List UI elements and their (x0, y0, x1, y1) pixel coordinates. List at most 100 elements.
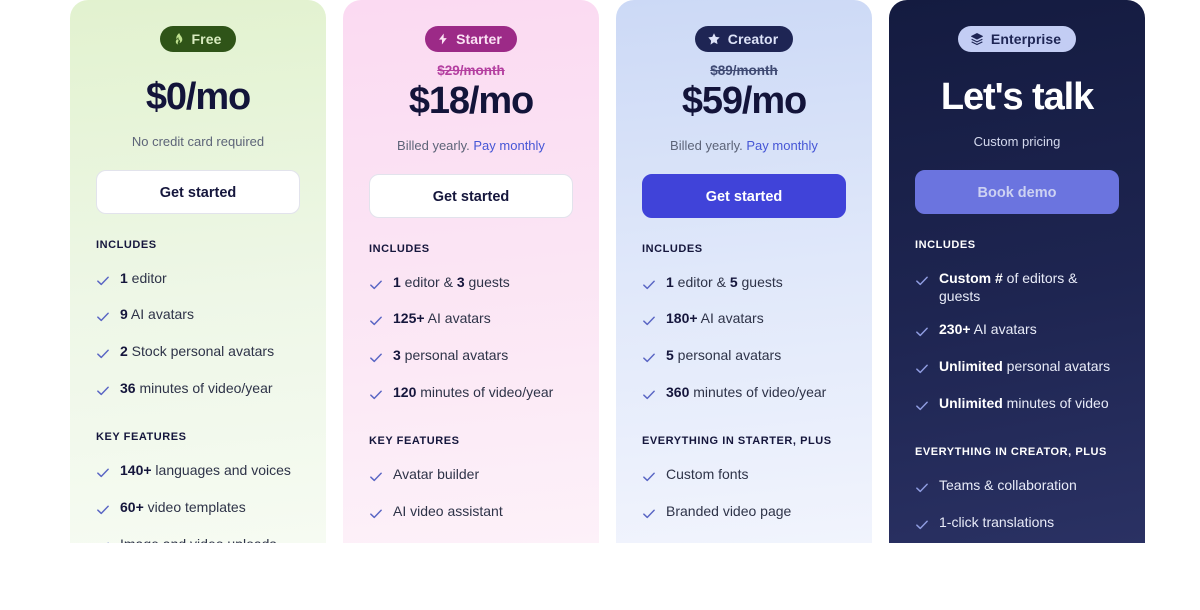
checkmark-icon (915, 273, 929, 292)
feature-rest: editor & (400, 273, 457, 290)
feature-rest: personal avatars (673, 347, 782, 364)
plan-badge-label: Starter (456, 31, 502, 47)
feature-text: 1 editor & 5 guests (666, 273, 846, 292)
section-title-free-0: INCLUDES (96, 238, 157, 251)
original-price-starter: $29/month (437, 63, 505, 78)
feature-rest: languages and voices (151, 462, 291, 479)
feature-rest: Teams & collaboration (939, 477, 1077, 494)
subprice-text: No credit card required (131, 134, 265, 149)
feature-item: 1 editor & 3 guests (369, 266, 573, 303)
section-title-creator-0: INCLUDES (642, 242, 703, 255)
feature-item: CTA on video page (642, 532, 846, 543)
feature-text: Unlimited personal avatars (939, 357, 1119, 376)
checkmark-icon (369, 506, 383, 525)
feature-item: 9 AI avatars (96, 298, 300, 335)
flame-icon (172, 32, 185, 46)
feature-list-enterprise-1: Teams & collaboration 1-click translation… (915, 469, 1119, 543)
feature-item: Personal avatars (369, 532, 573, 543)
feature-bold: 36 (120, 380, 136, 397)
feature-rest: AI video assistant (393, 503, 503, 520)
subprice-text: Custom pricing (973, 134, 1061, 149)
feature-rest: editor (127, 269, 167, 286)
checkmark-icon (96, 502, 110, 521)
feature-rest: AI avatars (127, 306, 194, 323)
feature-list-enterprise-0: Custom # of editors & guests 230+ AI avat… (915, 262, 1119, 424)
feature-item: Branded video page (642, 495, 846, 532)
feature-bold: 140+ (120, 462, 152, 479)
feature-item: AI video assistant (369, 495, 573, 532)
cta-button-starter[interactable]: Get started (369, 173, 573, 218)
feature-text: 230+ AI avatars (939, 320, 1119, 339)
checkmark-icon (96, 309, 110, 328)
feature-rest: minutes of video/year (689, 384, 827, 401)
feature-item: 360 minutes of video/year (642, 376, 846, 413)
feature-list-free-0: 1 editor 9 AI avatars 2 Stock personal ava… (96, 262, 300, 410)
feature-bold: 360 (666, 384, 690, 401)
feature-text: AI video assistant (393, 502, 573, 521)
plan-subprice-starter: Billed yearly. Pay monthly (369, 138, 573, 154)
feature-item: Unlimited personal avatars (915, 350, 1119, 387)
lightning-bolt-icon (437, 32, 449, 46)
plan-subprice-free: No credit card required (96, 134, 300, 150)
plan-badge-label: Enterprise (990, 31, 1062, 47)
plan-badge-label: Free (191, 31, 222, 47)
section-title-starter-1: KEY FEATURES (369, 435, 460, 448)
feature-rest: AI avatars (970, 321, 1037, 338)
badge-row-free: Free (96, 0, 300, 52)
checkmark-icon (96, 346, 110, 365)
cta-button-enterprise[interactable]: Book demo (915, 169, 1119, 214)
plan-subprice-enterprise: Custom pricing (915, 134, 1119, 150)
feature-rest: minutes of video/year (135, 380, 273, 397)
plan-badge-starter: Starter (425, 26, 517, 52)
feature-bold: 60+ (120, 499, 144, 516)
cta-button-free[interactable]: Get started (96, 169, 300, 214)
feature-text: Custom # of editors & guests (939, 269, 1119, 307)
section-title-enterprise-1: EVERYTHING IN CREATOR, PLUS (915, 446, 1107, 459)
feature-text: Branded video page (666, 502, 846, 521)
feature-text: 5 personal avatars (666, 346, 846, 365)
feature-bold-2: 5 (729, 273, 738, 290)
feature-bold: Custom # (939, 269, 1003, 286)
feature-text: Teams & collaboration (939, 476, 1119, 495)
feature-bold: 125+ (393, 310, 425, 327)
feature-text: 36 minutes of video/year (120, 379, 300, 398)
feature-bold: Unlimited (939, 358, 1003, 375)
feature-list-free-1: 140+ languages and voices 60+ video templ… (96, 454, 300, 543)
feature-item: 60+ video templates (96, 491, 300, 528)
plan-subprice-creator: Billed yearly. Pay monthly (642, 138, 846, 154)
feature-text: 9 AI avatars (120, 305, 300, 324)
subprice-text: Billed yearly. (397, 138, 474, 153)
plan-badge-free: Free (159, 26, 237, 52)
section-title-starter-0: INCLUDES (369, 242, 430, 255)
feature-rest-2: guests (464, 273, 510, 290)
feature-rest: Stock personal avatars (127, 343, 275, 360)
pricing-card-creator: Creator $89/month $59/mo Billed yearly. Pay… (616, 0, 872, 543)
plan-price-free: $0/mo (145, 76, 251, 118)
feature-text: 1-click translations (939, 513, 1119, 532)
layers-icon (970, 32, 984, 46)
feature-item: 140+ languages and voices (96, 454, 300, 491)
feature-bold: 180+ (666, 310, 698, 327)
pricing-plans-grid: Free $0/mo No credit card required Get star… (0, 0, 1200, 610)
pay-monthly-link[interactable]: Pay monthly (746, 138, 818, 153)
checkmark-icon (642, 387, 656, 406)
feature-rest-2: guests (737, 273, 783, 290)
feature-bold: 5 (666, 347, 674, 364)
checkmark-icon (369, 313, 383, 332)
cta-button-creator[interactable]: Get started (642, 173, 846, 218)
checkmark-icon (96, 465, 110, 484)
feature-item: 230+ AI avatars (915, 313, 1119, 350)
pricing-card-enterprise: Enterprise Let's talk Custom pricing Book d… (889, 0, 1145, 543)
checkmark-icon (642, 277, 656, 296)
feature-item: 1 editor (96, 262, 300, 299)
pay-monthly-link[interactable]: Pay monthly (473, 138, 545, 153)
pricing-card-free: Free $0/mo No credit card required Get star… (70, 0, 326, 543)
feature-text: 180+ AI avatars (666, 309, 846, 328)
feature-list-creator-0: 1 editor & 5 guests 180+ AI avatars 5 pers… (642, 266, 846, 414)
feature-text: 3 personal avatars (393, 346, 573, 365)
feature-item: Avatar builder (369, 458, 573, 495)
feature-item: Image and video uploads (96, 528, 300, 543)
feature-text: 60+ video templates (120, 498, 300, 517)
section-title-creator-1: EVERYTHING IN STARTER, PLUS (642, 435, 832, 448)
feature-item: 125+ AI avatars (369, 302, 573, 339)
